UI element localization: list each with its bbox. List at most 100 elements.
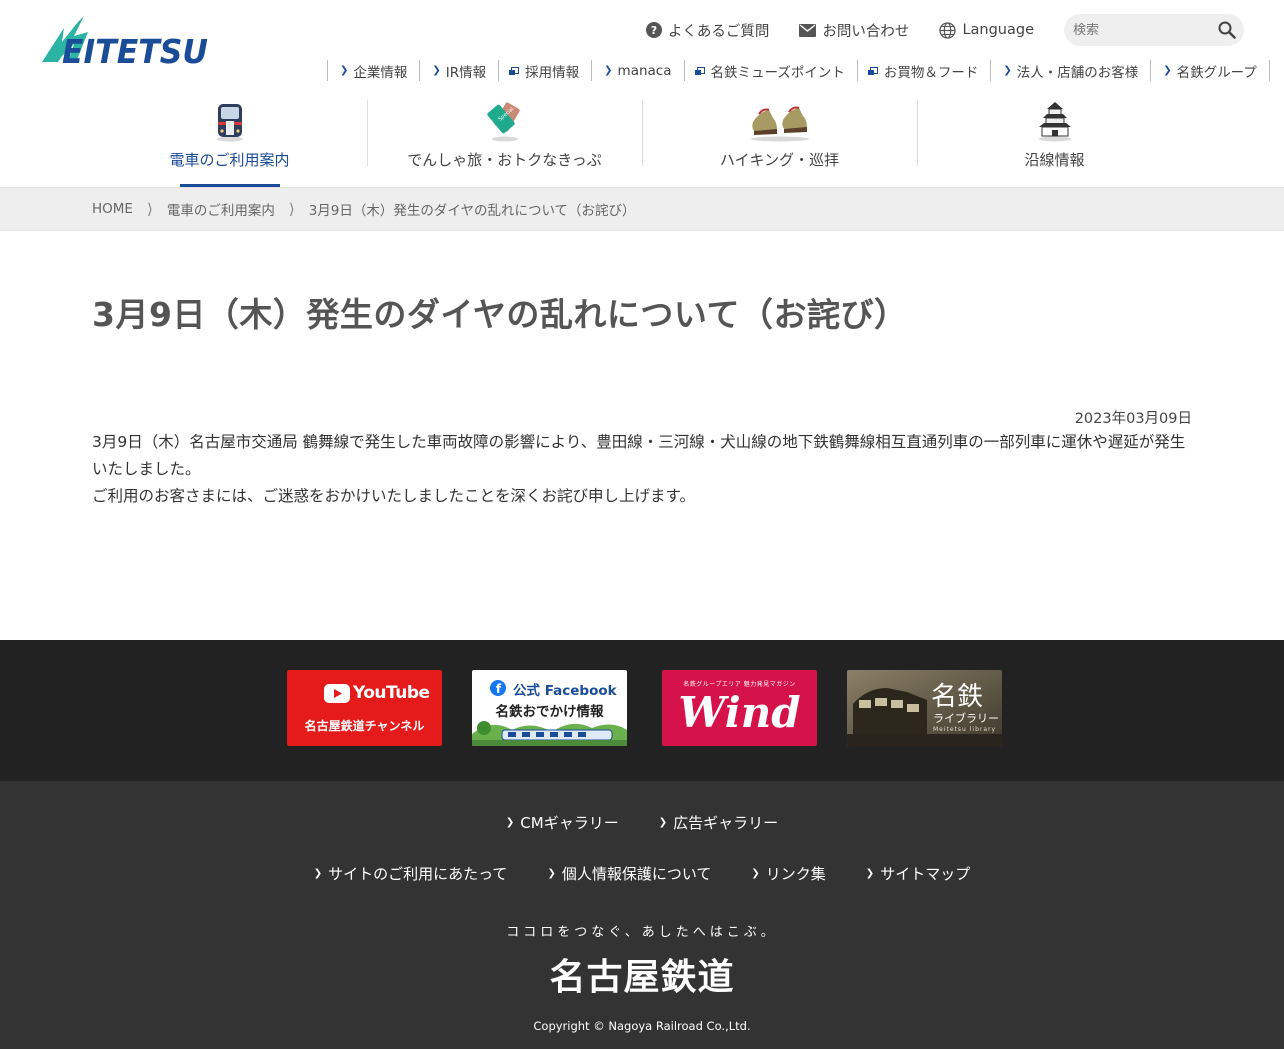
sublink-company[interactable]: ❯ 企業情報	[328, 60, 421, 81]
search-input[interactable]	[1073, 22, 1218, 38]
sublink-label: 採用情報	[525, 64, 580, 81]
chevron-icon: ❯	[865, 868, 875, 879]
youtube-subtitle: 名古屋鉄道チャンネル	[304, 719, 425, 733]
article-paragraph: ご利用のお客さまには、ご迷惑をおかけいたしましたことを深くお詫び申し上げます。	[92, 487, 695, 505]
search-box	[1064, 14, 1244, 46]
chevron-icon: ❯	[313, 868, 323, 879]
meitetsu-library-banner[interactable]: 名鉄 ライブラリー Meitetsu library	[847, 670, 1002, 746]
footer-link-ad-gallery[interactable]: ❯ 広告ギャラリー	[659, 812, 778, 833]
external-link-icon	[694, 67, 705, 75]
gnav-line-info[interactable]: 沿線情報	[917, 98, 1192, 187]
chevron-icon: ❯	[547, 868, 556, 879]
chevron-icon: ❯	[658, 817, 668, 828]
breadcrumb: HOME ⟩ 電車のご利用案内 ⟩ 3月9日（木）発生のダイヤの乱れについて（お…	[0, 187, 1284, 231]
footer-link-cm-gallery[interactable]: ❯ CMギャラリー	[506, 812, 619, 833]
gnav-train-guide[interactable]: 電車のご利用案内	[92, 98, 367, 187]
facebook-subtitle: 名鉄おでかけ情報	[495, 704, 604, 720]
footer-link-links[interactable]: ❯ リンク集	[751, 863, 825, 884]
sublink-muse-point[interactable]: 名鉄ミューズポイント	[685, 60, 858, 81]
footer-link-label: 広告ギャラリー	[673, 814, 779, 832]
chevron-icon: ❯	[340, 65, 349, 76]
mail-icon	[799, 23, 817, 37]
footer-links-row1: ❯ CMギャラリー ❯ 広告ギャラリー	[0, 812, 1284, 833]
faq-label: よくあるご質問	[667, 23, 770, 40]
chevron-icon: ❯	[1003, 65, 1012, 76]
library-title: 名鉄	[931, 682, 984, 712]
footer-link-label: CMギャラリー	[520, 814, 619, 832]
sublink-corporate-clients[interactable]: ❯ 法人・店舗のお客様	[991, 60, 1152, 81]
language-label: Language	[962, 22, 1034, 38]
footer-link-label: リンク集	[765, 865, 826, 883]
global-nav: 電車のご利用案内 Special でんしゃ旅・おトクなきっぷ ハイキング・巡拝 …	[92, 98, 1192, 187]
footer-link-label: サイトマップ	[880, 865, 971, 883]
external-link-icon	[867, 67, 878, 75]
gnav-label: 電車のご利用案内	[169, 151, 290, 169]
search-icon[interactable]	[1218, 21, 1236, 39]
breadcrumb-current: 3月9日（木）発生のダイヤの乱れについて（お詫び）	[308, 203, 636, 219]
ticket-icon: Special	[486, 102, 520, 142]
sublink-label: 名鉄ミューズポイント	[710, 64, 845, 81]
sublink-manaca[interactable]: ❯ manaca	[592, 60, 685, 81]
external-link-icon	[509, 67, 520, 75]
facebook-banner[interactable]: f 公式 Facebook 名鉄おでかけ情報	[472, 670, 627, 746]
gnav-tickets[interactable]: Special でんしゃ旅・おトクなきっぷ	[367, 98, 642, 187]
gnav-hiking[interactable]: ハイキング・巡拝	[642, 98, 917, 187]
question-icon: ?	[645, 22, 662, 38]
breadcrumb-home[interactable]: HOME	[92, 201, 133, 217]
sublink-label: 法人・店舗のお客様	[1016, 64, 1139, 81]
sublink-label: 企業情報	[353, 64, 408, 81]
sublink-shopping-food[interactable]: お買物＆フード	[858, 60, 992, 81]
gnav-label: ハイキング・巡拝	[719, 151, 840, 169]
secondary-nav: ❯ 企業情報 ❯ IR情報 採用情報 ❯ manaca 名鉄ミューズポイント お買物＆…	[327, 60, 1270, 81]
sublink-group[interactable]: ❯ 名鉄グループ	[1151, 60, 1270, 81]
globe-icon	[939, 21, 957, 39]
contact-link[interactable]: お問い合わせ	[799, 20, 909, 41]
footer-link-label: サイトのご利用にあたって	[328, 865, 508, 883]
castle-icon	[1038, 102, 1071, 142]
banner-area: YouTube 名古屋鉄道チャンネル f 公式 Facebook 名鉄おでかけ情…	[0, 640, 1284, 781]
sublink-recruit[interactable]: 採用情報	[499, 60, 593, 81]
chevron-right-icon: ⟩	[146, 200, 153, 218]
article-paragraph: 3月9日（木）名古屋市交通局 鶴舞線で発生した車両故障の影響により、豊田線・三河…	[92, 433, 1186, 478]
chevron-icon: ❯	[432, 65, 441, 76]
library-subtitle: ライブラリー	[933, 712, 999, 725]
chevron-icon: ❯	[1163, 65, 1172, 76]
svg-text:f: f	[496, 682, 502, 696]
corporate-tagline: ココロをつなぐ、あしたへはこぶ。	[506, 925, 778, 940]
language-link[interactable]: Language	[939, 21, 1034, 39]
sublink-label: 名鉄グループ	[1176, 64, 1257, 81]
gnav-label: でんしゃ旅・おトクなきっぷ	[407, 151, 602, 169]
footer-links-row2: ❯ サイトのご利用にあたって ❯ 個人情報保護について ❯ リンク集 ❯ サイトマップ	[0, 863, 1284, 884]
article-body: 3月9日（木）名古屋市交通局 鶴舞線で発生した車両故障の影響により、豊田線・三河…	[92, 429, 1192, 510]
sublink-ir[interactable]: ❯ IR情報	[420, 60, 500, 81]
sublink-label: IR情報	[445, 64, 487, 81]
utility-nav: ? よくあるご質問 お問い合わせ Language	[645, 14, 1244, 46]
chevron-icon: ❯	[751, 868, 760, 879]
train-icon	[216, 104, 243, 142]
svg-text:EITETSU: EITETSU	[62, 32, 208, 68]
gnav-label: 沿線情報	[1024, 151, 1085, 169]
contact-label: お問い合わせ	[822, 23, 910, 40]
meitetsu-logo[interactable]: EITETSU	[40, 14, 210, 71]
footer-link-site-policy[interactable]: ❯ サイトのご利用にあたって	[314, 863, 508, 884]
sublink-label: お買物＆フード	[883, 64, 979, 81]
wind-title: Wind	[678, 688, 801, 737]
faq-link[interactable]: ? よくあるご質問	[645, 20, 770, 41]
copyright: Copyright © Nagoya Railroad Co.,Ltd.	[533, 1019, 751, 1033]
youtube-title: YouTube	[353, 683, 430, 703]
sublink-label: manaca	[617, 62, 672, 79]
svg-text:?: ?	[651, 24, 657, 37]
footer-link-label: 個人情報保護について	[561, 865, 712, 883]
corporate-name[interactable]: 名古屋鉄道	[0, 948, 1284, 1000]
chevron-icon: ❯	[604, 65, 613, 76]
publish-date: 2023年03月09日	[1074, 411, 1192, 427]
chevron-icon: ❯	[505, 817, 515, 828]
footer-link-sitemap[interactable]: ❯ サイトマップ	[866, 863, 970, 884]
hiking-boots-icon	[750, 106, 809, 142]
youtube-banner[interactable]: YouTube 名古屋鉄道チャンネル	[287, 670, 442, 746]
wind-kicker: 名鉄グループエリア 魅力発見マガジン	[683, 681, 796, 688]
breadcrumb-train-guide[interactable]: 電車のご利用案内	[167, 199, 275, 219]
footer-link-privacy[interactable]: ❯ 個人情報保護について	[547, 863, 711, 884]
wind-magazine-banner[interactable]: 名鉄グループエリア 魅力発見マガジン Wind	[662, 670, 817, 746]
facebook-title: 公式 Facebook	[513, 683, 617, 699]
